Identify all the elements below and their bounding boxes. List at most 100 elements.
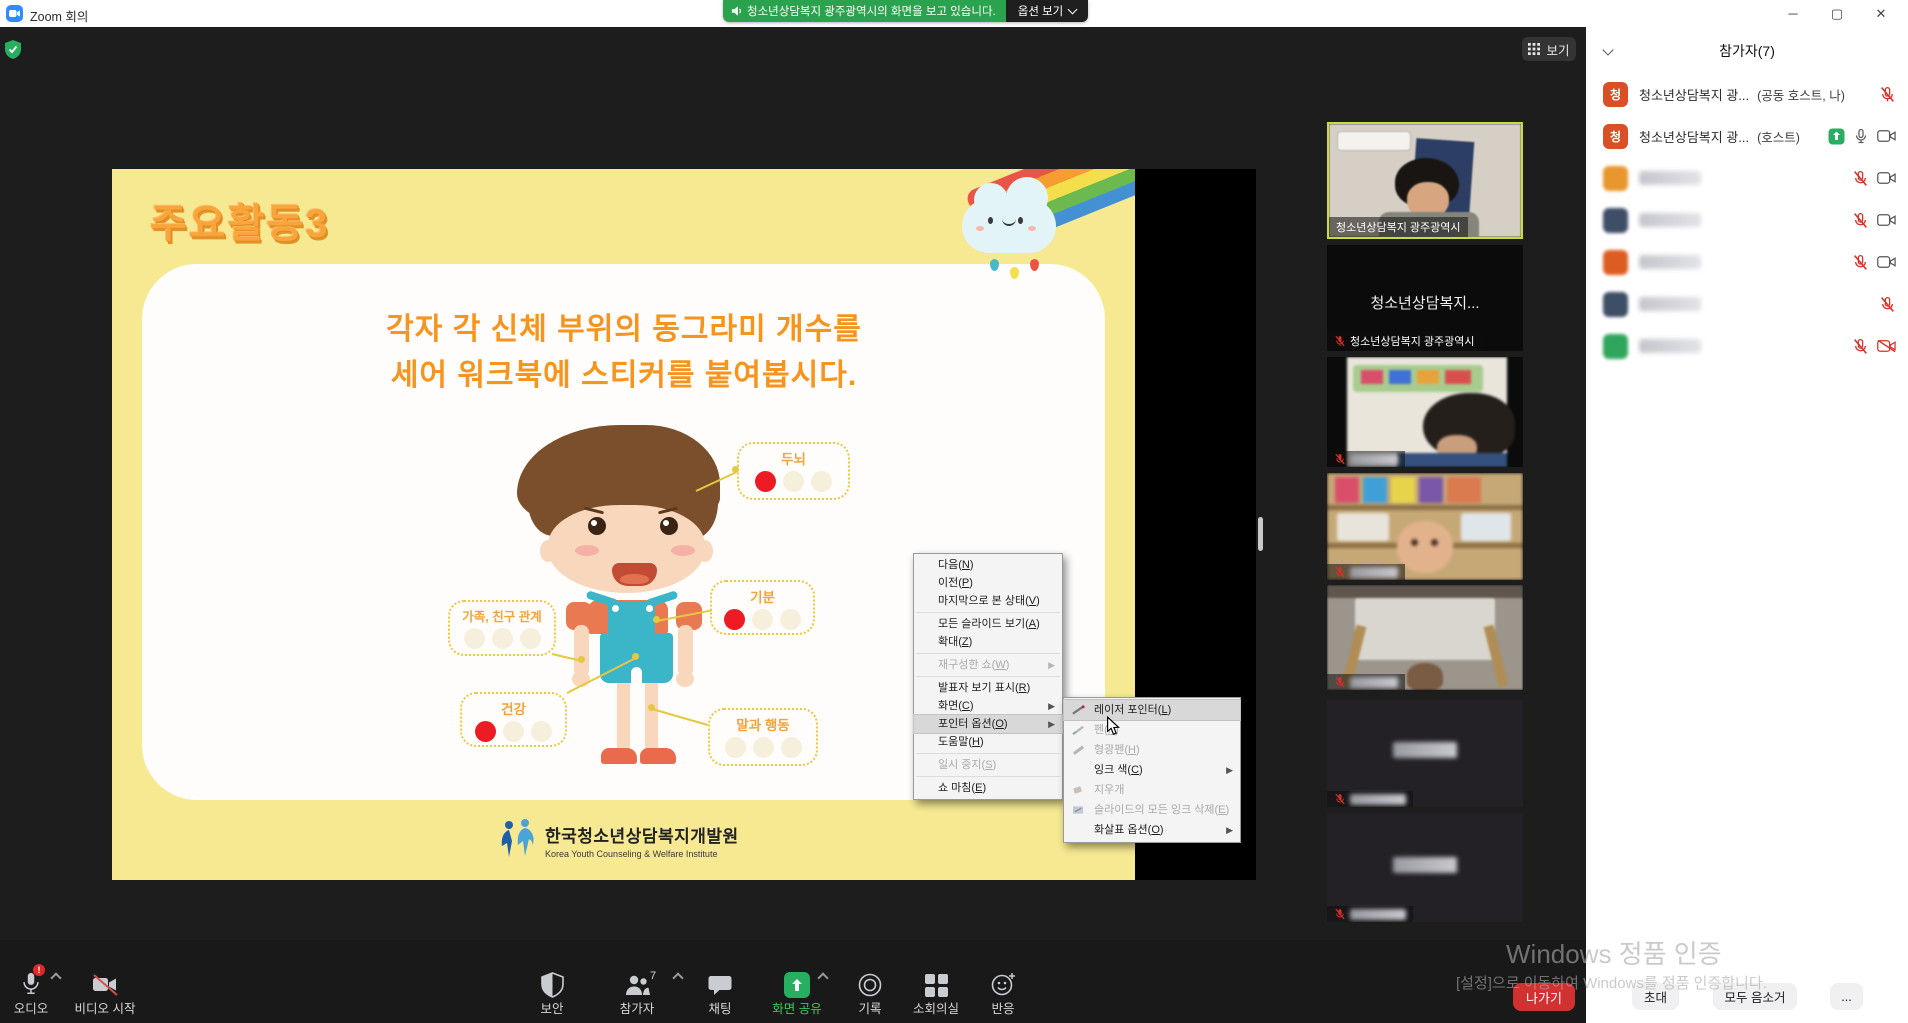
more-options-button[interactable]: ... [1830, 983, 1863, 1010]
video-tile-name-only[interactable]: 청소년상담복지... 청소년상담복지 광주광역시 [1327, 245, 1523, 351]
mic-muted-icon [1852, 170, 1869, 187]
menu-item-end-show[interactable]: 쇼 마침(E) [914, 779, 1062, 797]
red-sticker-dot [724, 609, 745, 630]
laser-pointer-icon [1072, 705, 1085, 715]
connector-dot [653, 616, 660, 623]
camera-icon [1877, 129, 1896, 143]
video-tile[interactable] [1327, 473, 1523, 580]
menu-item-presenter-view[interactable]: 발표자 보기 표시(R) [914, 679, 1062, 697]
label-box-health: 건강 [460, 692, 567, 747]
mute-all-button[interactable]: 모두 음소거 [1713, 983, 1797, 1010]
maximize-button[interactable]: ▢ [1815, 0, 1859, 27]
submenu-item-arrow-options[interactable]: 화살표 옵션(O)▶ [1064, 820, 1240, 840]
video-tile-active-speaker[interactable]: 청소년상담복지 광주광역시 [1327, 122, 1523, 239]
blurred-participant-name [1639, 171, 1701, 185]
label-box-family: 가족, 친구 관계 [448, 600, 556, 656]
security-button[interactable]: 보안 [507, 952, 597, 1016]
avatar [1603, 166, 1628, 191]
minimize-button[interactable]: ─ [1771, 0, 1815, 27]
participants-icon [623, 972, 651, 998]
participant-row[interactable] [1586, 199, 1908, 241]
reactions-icon [990, 971, 1017, 998]
grid-view-icon [1528, 43, 1540, 55]
participants-button[interactable]: 7 참가자 [592, 952, 682, 1016]
connector-dot [648, 704, 655, 711]
participant-row[interactable] [1586, 283, 1908, 325]
submenu-item-ink-color[interactable]: 잉크 색(C)▶ [1064, 760, 1240, 780]
menu-item-last-viewed[interactable]: 마지막으로 본 상태(V) [914, 592, 1062, 610]
video-tile[interactable] [1327, 357, 1523, 467]
participant-row[interactable] [1586, 157, 1908, 199]
panel-drag-handle[interactable] [1258, 517, 1263, 551]
participant-row[interactable]: 청 청소년상담복지 광... (공동 호스트, 나) [1586, 73, 1908, 115]
participants-count: 7 [650, 970, 656, 982]
menu-item-next[interactable]: 다음(N) [914, 556, 1062, 574]
start-video-button[interactable]: 비디오 시작 [60, 952, 150, 1016]
menu-item-previous[interactable]: 이전(P) [914, 574, 1062, 592]
mic-muted-icon [1334, 908, 1346, 920]
participant-row[interactable] [1586, 241, 1908, 283]
menu-item-pointer-options[interactable]: 포인터 옵션(O)▶ [914, 715, 1062, 733]
mic-muted-icon [1334, 335, 1346, 347]
speaker-icon [731, 5, 743, 17]
blurred-participant-name [1639, 297, 1701, 311]
menu-separator [916, 653, 1060, 654]
avatar [1603, 250, 1628, 275]
video-tile-name-only[interactable] [1327, 813, 1523, 922]
zoom-app-icon [6, 5, 23, 22]
avatar [1603, 334, 1628, 359]
menu-item-screen[interactable]: 화면(C)▶ [914, 697, 1062, 715]
submenu-item-laser-pointer[interactable]: 레이저 포인터(L) [1064, 700, 1240, 720]
blurred-participant-name [1639, 213, 1701, 227]
label-box-speech: 말과 행동 [708, 708, 818, 766]
participant-row[interactable] [1586, 325, 1908, 367]
video-tile-name-label [1327, 451, 1405, 467]
video-tile-name-only[interactable] [1327, 700, 1523, 807]
blurred-name [1350, 677, 1398, 688]
mic-muted-icon [1334, 453, 1346, 465]
submenu-arrow-icon: ▶ [1048, 697, 1055, 715]
pointer-options-submenu: 레이저 포인터(L) 펜(P) 형광펜(H) 잉크 색(C)▶ 지우개 슬라이드… [1063, 697, 1241, 843]
menu-separator [916, 753, 1060, 754]
mic-muted-icon [1852, 212, 1869, 229]
menu-item-pause: 일시 중지(S) [914, 756, 1062, 774]
breakout-rooms-icon [924, 973, 949, 998]
shield-icon [541, 972, 564, 998]
menu-item-see-all-slides[interactable]: 모든 슬라이드 보기(A) [914, 615, 1062, 633]
leave-meeting-button[interactable]: 나가기 [1513, 983, 1575, 1011]
screen-share-banner: 청소년상담복지 광주광역시의 화면을 보고 있습니다. 옵션 보기 [723, 0, 1088, 22]
submenu-item-erase-all-ink: 슬라이드의 모든 잉크 삭제(E) [1064, 800, 1240, 820]
chat-icon [707, 972, 733, 998]
video-tile-name-label: 청소년상담복지 광주광역시 [1329, 217, 1468, 237]
blurred-participant-name [1639, 339, 1701, 353]
video-tile[interactable] [1327, 585, 1523, 690]
participants-panel: 참가자(7) 청 청소년상담복지 광... (공동 호스트, 나) 청 청소년상… [1586, 27, 1908, 1023]
screen-sharing-icon [1828, 128, 1845, 145]
zoom-meeting-window: Zoom 회의 ─ ▢ ✕ 청소년상담복지 광주광역시의 화면을 보고 있습니다… [0, 0, 1908, 1023]
menu-separator [916, 676, 1060, 677]
avatar [1603, 292, 1628, 317]
share-banner-message: 청소년상담복지 광주광역시의 화면을 보고 있습니다. [723, 0, 1006, 22]
camera-icon [1877, 213, 1896, 227]
menu-item-custom-show: 재구성한 쇼(W)▶ [914, 656, 1062, 674]
view-layout-button[interactable]: 보기 [1522, 37, 1576, 61]
submenu-item-highlighter: 형광펜(H) [1064, 740, 1240, 760]
menu-item-zoom-in[interactable]: 확대(Z) [914, 633, 1062, 651]
participant-row[interactable]: 청 청소년상담복지 광... (호스트) [1586, 115, 1908, 157]
invite-button[interactable]: 초대 [1632, 983, 1679, 1010]
view-options-button[interactable]: 옵션 보기 [1006, 0, 1089, 22]
blurred-name [1350, 454, 1398, 465]
label-box-brain: 두뇌 [737, 442, 850, 500]
blurred-participant-name [1639, 255, 1701, 269]
security-shield-icon [5, 40, 21, 64]
menu-separator [916, 776, 1060, 777]
window-title: Zoom 회의 [30, 6, 88, 25]
avatar: 청 [1603, 124, 1628, 149]
menu-item-help[interactable]: 도움말(H) [914, 733, 1062, 751]
institute-logo-icon [498, 819, 536, 861]
close-button[interactable]: ✕ [1859, 0, 1903, 27]
highlighter-icon [1072, 745, 1085, 755]
mic-icon [1853, 128, 1869, 144]
reactions-button[interactable]: 반응 [958, 952, 1048, 1016]
submenu-item-eraser: 지우개 [1064, 780, 1240, 800]
